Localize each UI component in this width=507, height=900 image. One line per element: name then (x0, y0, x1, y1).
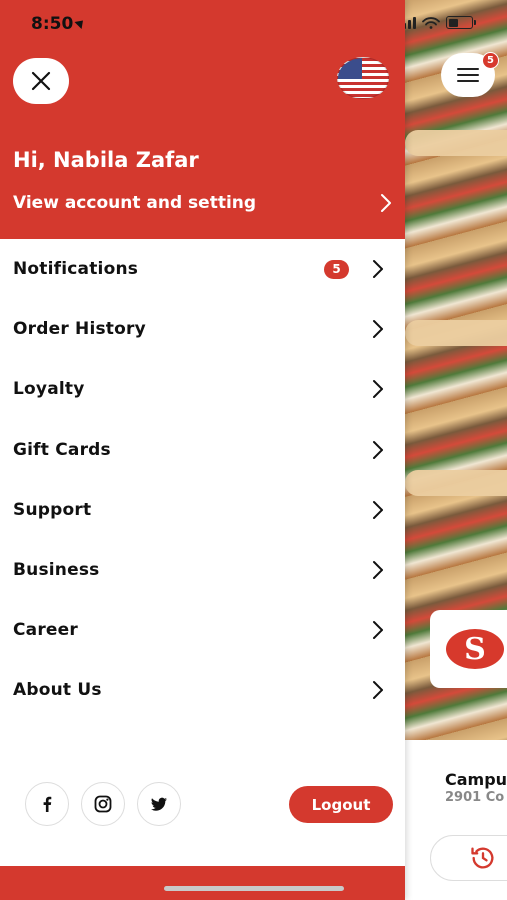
status-time: 8:50 (31, 14, 87, 34)
chevron-right-icon (373, 621, 383, 640)
logout-button[interactable]: Logout (289, 786, 393, 823)
menu-item-label: Support (13, 499, 92, 520)
menu-item-order-history[interactable]: Order History (0, 299, 405, 359)
facebook-button[interactable] (25, 782, 69, 826)
menu-item-label: Gift Cards (13, 439, 111, 460)
twitter-button[interactable] (137, 782, 181, 826)
us-flag-icon[interactable] (337, 57, 389, 99)
close-icon (31, 71, 51, 91)
store-logo: S (430, 610, 507, 688)
store-address: 2901 Co (445, 790, 505, 805)
store-name: Campu (445, 770, 507, 789)
menu-item-notifications[interactable]: Notifications 5 (0, 239, 405, 299)
history-button[interactable] (430, 835, 507, 881)
home-indicator (164, 886, 344, 891)
view-account-link[interactable]: View account and setting (13, 188, 393, 218)
status-time-text: 8:50 (31, 14, 74, 34)
menu-item-about-us[interactable]: About Us (0, 660, 405, 720)
menu-item-support[interactable]: Support (0, 480, 405, 540)
menu-item-label: Order History (13, 319, 146, 340)
chevron-right-icon (373, 320, 383, 339)
instagram-icon (94, 795, 112, 813)
notifications-badge: 5 (324, 259, 349, 279)
menu-item-business[interactable]: Business (0, 540, 405, 600)
list-badge: 5 (482, 52, 499, 69)
wifi-icon (422, 16, 440, 29)
history-icon (471, 847, 494, 869)
instagram-button[interactable] (81, 782, 125, 826)
menu-item-loyalty[interactable]: Loyalty (0, 359, 405, 419)
battery-icon (446, 16, 476, 29)
chevron-right-icon (373, 500, 383, 519)
status-icons (398, 16, 476, 29)
close-drawer-button[interactable] (13, 58, 69, 104)
menu-item-label: Career (13, 620, 78, 641)
list-icon (457, 68, 479, 82)
menu-item-label: Loyalty (13, 379, 85, 400)
view-account-label: View account and setting (13, 193, 257, 213)
menu-item-label: Notifications (13, 259, 139, 280)
menu-item-label: Business (13, 560, 100, 581)
social-links (25, 782, 181, 826)
chevron-right-icon (373, 561, 383, 580)
drawer-header: 8:50 Hi, Nabila Zafar View account and s… (0, 0, 405, 239)
user-greeting: Hi, Nabila Zafar (13, 148, 199, 172)
facebook-icon (43, 796, 52, 812)
chevron-right-icon (373, 380, 383, 399)
chevron-right-icon (373, 681, 383, 700)
menu-item-gift-cards[interactable]: Gift Cards (0, 420, 405, 480)
drawer-footer (0, 866, 405, 900)
drawer-menu: Notifications 5 Order History Loyalty Gi… (0, 239, 405, 721)
side-drawer: 8:50 Hi, Nabila Zafar View account and s… (0, 0, 405, 900)
menu-item-career[interactable]: Career (0, 600, 405, 660)
chevron-right-icon (381, 194, 391, 212)
location-arrow-icon (74, 16, 87, 30)
chevron-right-icon (373, 440, 383, 459)
chevron-right-icon (373, 260, 383, 279)
menu-item-label: About Us (13, 680, 102, 701)
twitter-icon (151, 797, 167, 811)
